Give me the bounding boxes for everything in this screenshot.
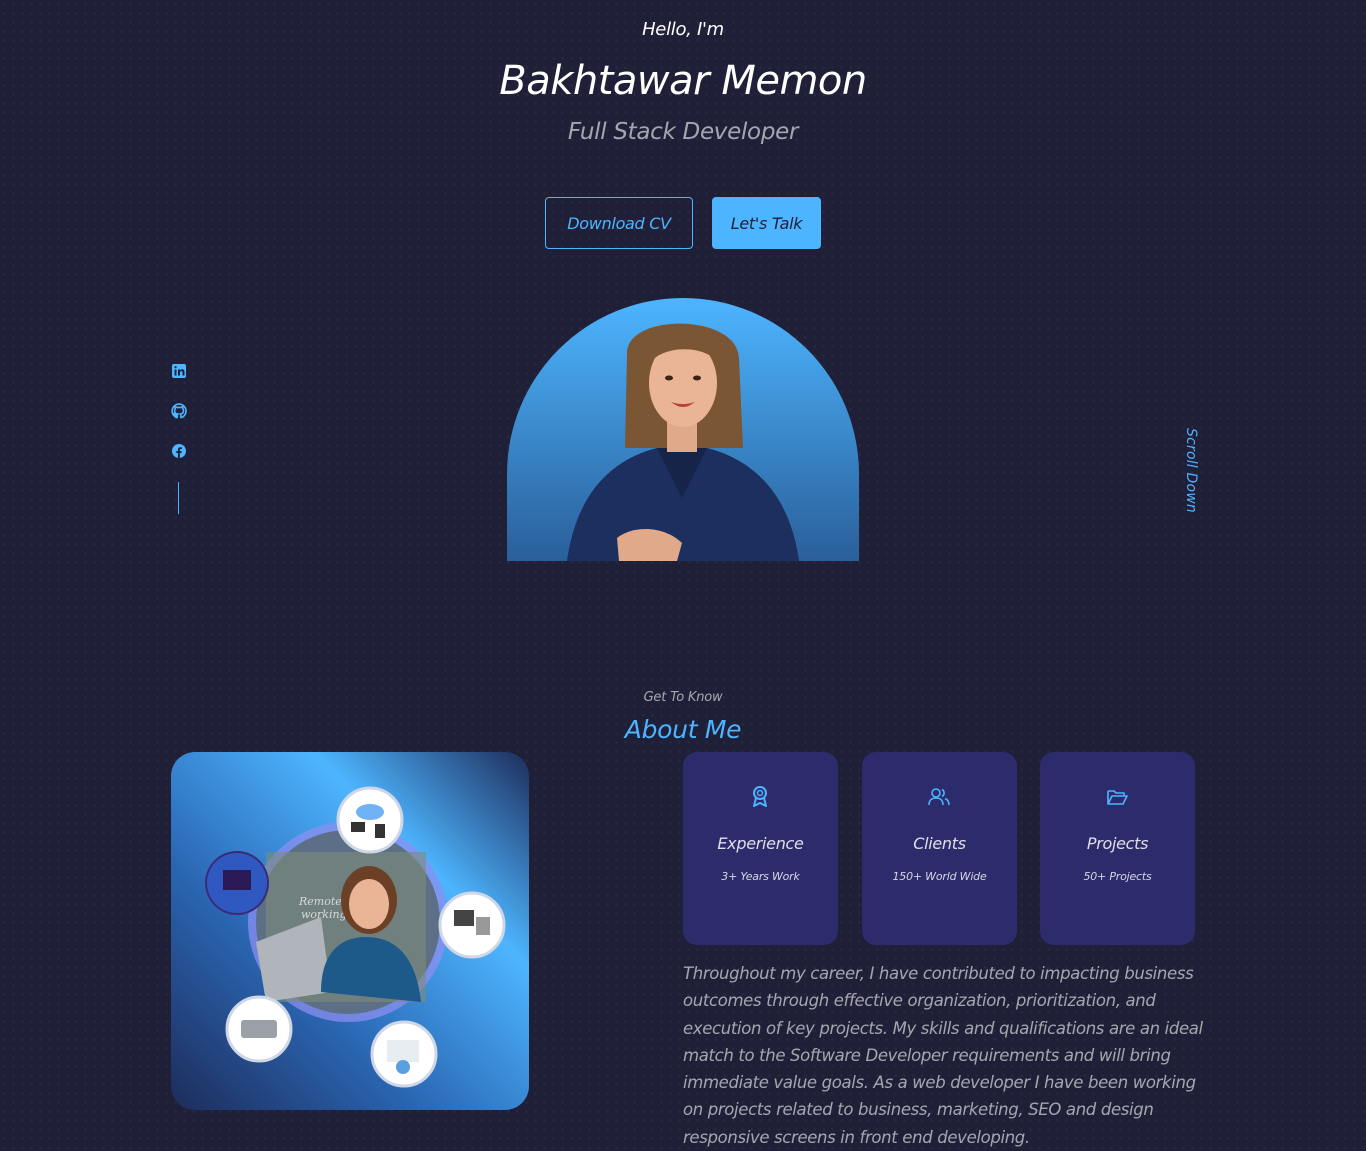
award-icon bbox=[753, 786, 767, 807]
lets-talk-button[interactable]: Let's Talk bbox=[712, 197, 821, 249]
hero-name: Bakhtawar Memon bbox=[499, 58, 867, 104]
hero-portrait-image bbox=[507, 298, 859, 561]
download-cv-button[interactable]: Download CV bbox=[545, 197, 693, 249]
about-collage-image: Remote working bbox=[171, 752, 529, 1110]
experience-card[interactable]: Experience 3+ Years Work bbox=[683, 752, 838, 945]
portrait-figure bbox=[567, 323, 799, 561]
projects-card[interactable]: Projects 50+ Projects bbox=[1040, 752, 1195, 945]
clients-card[interactable]: Clients 150+ World Wide bbox=[862, 752, 1017, 945]
github-icon[interactable] bbox=[170, 402, 188, 420]
clients-card-subtitle: 150+ World Wide bbox=[892, 870, 987, 883]
facebook-icon[interactable] bbox=[170, 442, 188, 460]
experience-card-title: Experience bbox=[717, 834, 804, 853]
linkedin-icon[interactable] bbox=[170, 362, 188, 380]
remote-working-wall-text: Remote bbox=[298, 895, 342, 908]
projects-card-subtitle: 50+ Projects bbox=[1083, 870, 1152, 883]
remote-working-wall-text: working bbox=[301, 908, 347, 921]
social-divider-line bbox=[178, 482, 179, 514]
clients-card-title: Clients bbox=[913, 834, 966, 853]
about-title: About Me bbox=[624, 715, 742, 744]
scroll-down-link[interactable]: Scroll Down bbox=[1183, 428, 1199, 513]
hero-role: Full Stack Developer bbox=[567, 119, 799, 145]
projects-card-title: Projects bbox=[1086, 834, 1149, 853]
folder-icon bbox=[1107, 790, 1128, 805]
hero-greeting: Hello, I'm bbox=[642, 19, 724, 40]
experience-card-subtitle: 3+ Years Work bbox=[721, 870, 800, 883]
collage-graphic: Remote working bbox=[205, 786, 506, 1088]
about-description: Throughout my career, I have contributed… bbox=[683, 964, 1203, 1147]
about-subtitle: Get To Know bbox=[643, 690, 723, 705]
social-links bbox=[170, 362, 188, 514]
users-icon bbox=[928, 788, 950, 806]
